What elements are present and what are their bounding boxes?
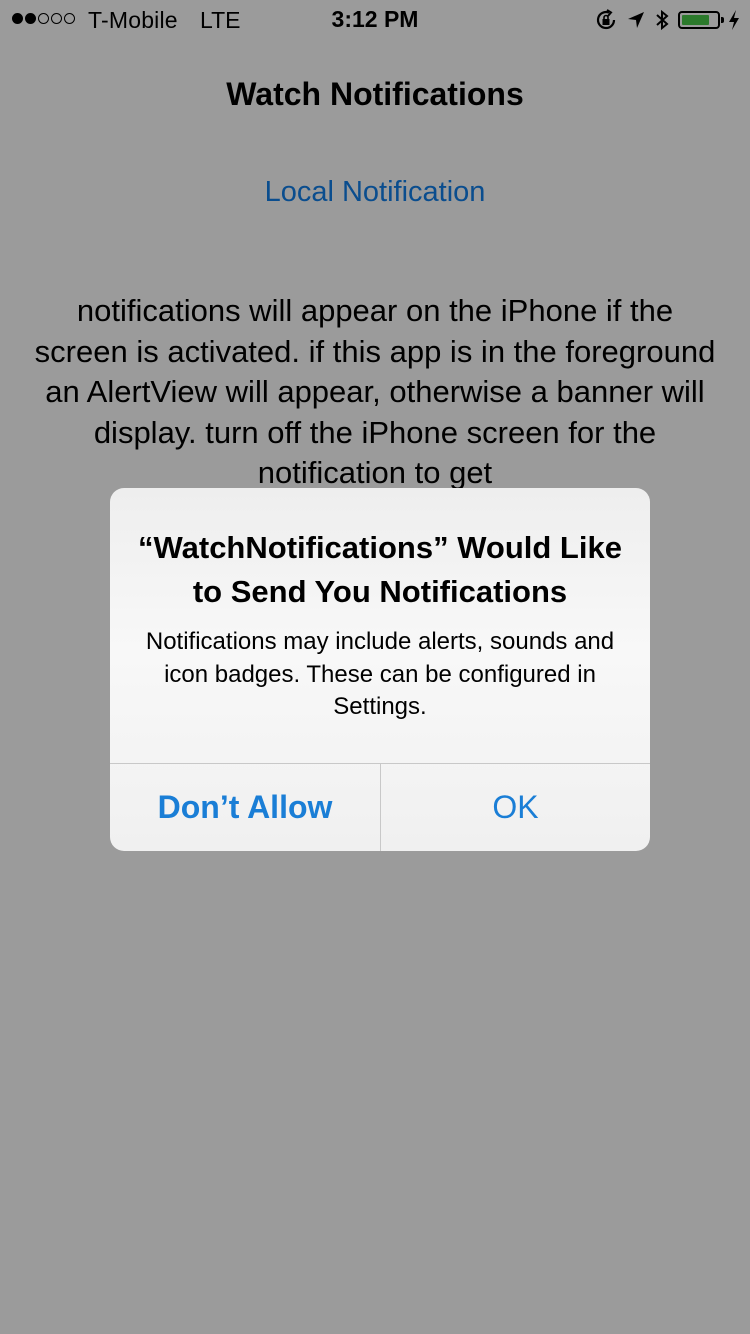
- battery-icon: [678, 11, 724, 29]
- page-title: Watch Notifications: [226, 76, 524, 112]
- status-bar: T-Mobile LTE 3:12 PM: [0, 0, 750, 40]
- dont-allow-button[interactable]: Don’t Allow: [110, 764, 380, 851]
- alert-message: Notifications may include alerts, sounds…: [145, 628, 615, 720]
- battery-level: [682, 15, 710, 25]
- ok-button[interactable]: OK: [381, 764, 650, 851]
- description-text: notifications will appear on the iPhone …: [34, 293, 716, 490]
- location-arrow-icon: [626, 10, 646, 30]
- status-icons: [594, 8, 740, 32]
- notification-permission-alert: “WatchNotifications” Would Like to Send …: [110, 488, 650, 851]
- local-notification-button[interactable]: Local Notification: [0, 176, 750, 209]
- alert-title: “WatchNotifications” Would Like to Send …: [138, 530, 622, 609]
- rotation-lock-icon: [594, 8, 618, 32]
- charging-bolt-icon: [728, 9, 740, 31]
- bluetooth-icon: [654, 8, 670, 32]
